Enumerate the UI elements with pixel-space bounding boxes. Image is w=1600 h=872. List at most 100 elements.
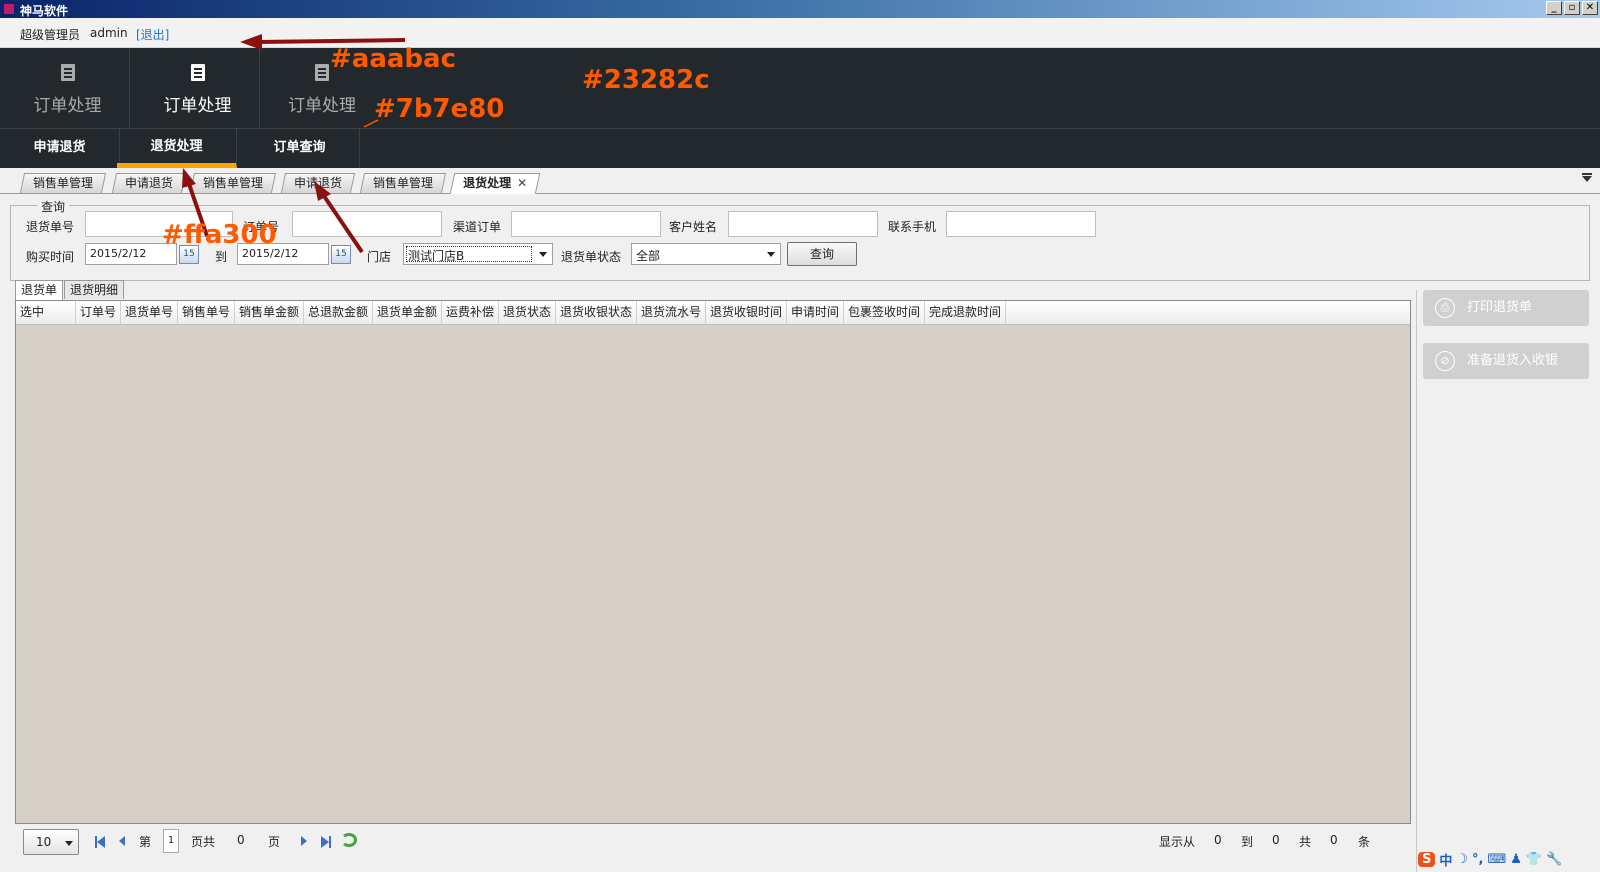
doc-tab[interactable]: 销售单管理 <box>359 173 447 193</box>
edit-icon: ⊘ <box>1435 351 1455 371</box>
column-header[interactable]: 订单号 <box>76 301 121 325</box>
minimize-button[interactable]: _ <box>1546 1 1562 15</box>
column-header[interactable]: 包裹签收时间 <box>844 301 925 325</box>
focus-ring <box>406 246 532 262</box>
tab-return-orders[interactable]: 退货单 <box>15 280 64 300</box>
sub-nav: 申请退货 退货处理 订单查询 <box>0 128 1600 168</box>
next-page-icon[interactable] <box>301 836 307 846</box>
prev-page-icon[interactable] <box>119 836 125 846</box>
ime-chinese-mode[interactable]: 中 <box>1439 850 1452 869</box>
channel-order-input[interactable] <box>511 211 661 237</box>
customer-name-input[interactable] <box>728 211 878 237</box>
annotation-label: #23282c <box>582 65 710 95</box>
column-header[interactable]: 申请时间 <box>787 301 844 325</box>
user-role: 超级管理员 <box>20 28 81 42</box>
doc-tab-label: 销售单管理 <box>203 176 264 190</box>
main-nav-item-order-2[interactable]: 订单处理 <box>136 48 260 128</box>
range-to: 0 <box>1272 833 1280 847</box>
store-select[interactable]: 测试门店B <box>403 243 553 265</box>
page-prefix: 第 <box>139 835 152 849</box>
main-nav-item-order-1[interactable]: 订单处理 <box>6 48 130 128</box>
phone-input[interactable] <box>946 211 1096 237</box>
first-page-icon[interactable] <box>95 836 105 848</box>
chevron-down-icon <box>767 252 775 257</box>
column-header[interactable]: 销售单金额 <box>235 301 304 325</box>
return-orders-grid: 选中 订单号 退货单号 销售单号 销售单金额 总退款金额 退货单金额 运费补偿 … <box>15 300 1411 824</box>
sub-nav-apply-return[interactable]: 申请退货 <box>0 129 120 168</box>
doc-tab[interactable]: 申请退货 <box>111 173 187 193</box>
logout-link[interactable]: [退出] <box>136 26 169 43</box>
tab-return-details[interactable]: 退货明细 <box>64 280 125 299</box>
close-tab-icon[interactable]: ✕ <box>517 174 527 192</box>
customer-name-label: 客户姓名 <box>669 220 718 234</box>
doc-tab[interactable]: 申请退货 <box>280 173 356 193</box>
restore-button[interactable]: ▫ <box>1564 1 1580 15</box>
total-count: 0 <box>1330 833 1338 847</box>
window-controls: _ ▫ ✕ <box>1546 1 1598 15</box>
ime-toolbar: S 中 ☽ °, ⌨ ♟ 👕 🔧 <box>1418 848 1600 870</box>
side-action-panel: ⎙ 打印退货单 ⊘ 准备退货入收银 <box>1416 290 1600 872</box>
page-size-select[interactable]: 10 <box>23 829 79 855</box>
column-header[interactable]: 退货收银状态 <box>556 301 637 325</box>
return-status-select[interactable]: 全部 <box>631 243 781 265</box>
column-header[interactable]: 退货单号 <box>121 301 178 325</box>
tab-list-menu-icon[interactable] <box>1582 173 1592 182</box>
total-label: 共 <box>1299 835 1312 849</box>
close-button[interactable]: ✕ <box>1582 1 1598 15</box>
range-from: 0 <box>1214 833 1222 847</box>
print-return-label: 打印退货单 <box>1467 300 1533 315</box>
print-return-button[interactable]: ⎙ 打印退货单 <box>1423 290 1589 326</box>
order-no-input[interactable] <box>292 211 442 237</box>
column-header[interactable]: 运费补偿 <box>442 301 499 325</box>
doc-tab[interactable]: 销售单管理 <box>189 173 277 193</box>
sogou-logo-icon[interactable]: S <box>1418 851 1436 867</box>
user-icon[interactable]: ♟ <box>1510 852 1522 867</box>
page-number-input[interactable]: 1 <box>163 829 179 853</box>
sub-nav-order-query[interactable]: 订单查询 <box>240 129 360 168</box>
grid-header: 选中 订单号 退货单号 销售单号 销售单金额 总退款金额 退货单金额 运费补偿 … <box>16 301 1410 325</box>
doc-tab-label: 销售单管理 <box>373 176 434 190</box>
total-pages: 0 <box>237 833 245 847</box>
doc-tab-label: 销售单管理 <box>33 176 94 190</box>
user-bar: 超级管理员 admin [退出] <box>0 18 1600 48</box>
refresh-icon[interactable] <box>341 833 357 847</box>
punctuation-icon[interactable]: °, <box>1472 852 1483 867</box>
column-header[interactable]: 退货状态 <box>499 301 556 325</box>
doc-tab-label: 退货处理 <box>463 176 512 190</box>
column-header[interactable]: 完成退款时间 <box>925 301 1006 325</box>
page-suffix: 页 <box>268 835 281 849</box>
doc-tab-active[interactable]: 退货处理 ✕ <box>449 173 541 194</box>
calendar-icon[interactable]: 15 <box>331 245 351 264</box>
return-no-label: 退货单号 <box>26 220 75 234</box>
channel-order-label: 渠道订单 <box>453 220 502 234</box>
document-icon <box>190 64 205 81</box>
wrench-icon[interactable]: 🔧 <box>1546 852 1562 867</box>
column-header[interactable]: 销售单号 <box>178 301 235 325</box>
return-status-label: 退货单状态 <box>561 250 622 264</box>
range-to-label: 到 <box>1241 835 1254 849</box>
skin-icon[interactable]: 👕 <box>1526 852 1542 867</box>
doc-tab[interactable]: 销售单管理 <box>19 173 107 193</box>
annotation-label: #7b7e80 <box>374 94 505 124</box>
unit-label: 条 <box>1358 835 1371 849</box>
moon-icon[interactable]: ☽ <box>1456 852 1468 867</box>
column-header[interactable]: 总退款金额 <box>304 301 373 325</box>
show-from-label: 显示从 <box>1159 835 1196 849</box>
last-page-icon[interactable] <box>321 836 331 848</box>
column-header[interactable]: 退货收银时间 <box>706 301 787 325</box>
sub-nav-return-process[interactable]: 退货处理 <box>117 129 237 168</box>
column-header[interactable]: 选中 <box>16 301 76 325</box>
keyboard-icon[interactable]: ⌨ <box>1488 852 1507 867</box>
document-icon <box>315 64 329 81</box>
column-header[interactable]: 退货单金额 <box>373 301 442 325</box>
search-button[interactable]: 查询 <box>787 242 857 266</box>
column-header[interactable]: 退货流水号 <box>637 301 706 325</box>
prepare-return-cashier-button[interactable]: ⊘ 准备退货入收银 <box>1423 343 1589 379</box>
username: admin <box>90 26 128 40</box>
page-mid: 页共 <box>191 835 216 849</box>
document-icon <box>60 64 75 81</box>
return-status-value: 全部 <box>636 249 661 263</box>
printer-icon: ⎙ <box>1435 298 1455 318</box>
query-legend: 查询 <box>37 198 70 215</box>
chevron-down-icon <box>539 252 547 257</box>
